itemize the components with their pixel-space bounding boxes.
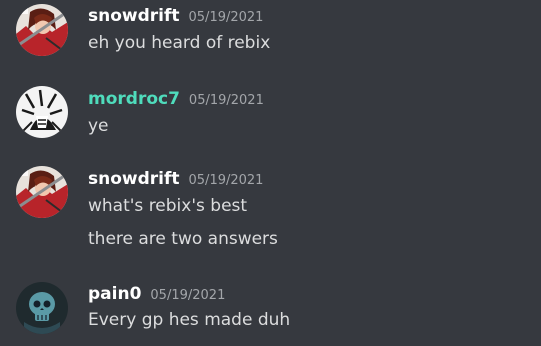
avatar[interactable]: [16, 166, 68, 218]
message-header: snowdrift 05/19/2021: [88, 6, 263, 30]
blue-skull-avatar-icon: [16, 282, 68, 334]
timestamp: 05/19/2021: [188, 173, 264, 188]
message-text: eh you heard of rebix: [88, 33, 271, 53]
chat-message-list: snowdrift 05/19/2021 eh you heard of rebi…: [0, 0, 541, 346]
anime-character-avatar-icon: [16, 166, 68, 218]
username[interactable]: mordroc7: [88, 89, 180, 109]
timestamp: 05/19/2021: [188, 10, 264, 25]
avatar[interactable]: [16, 86, 68, 138]
anime-character-avatar-icon: [16, 4, 68, 56]
timestamp: 05/19/2021: [188, 93, 264, 108]
manga-sketch-avatar-icon: [16, 86, 68, 138]
message-header: pain0 05/19/2021: [88, 284, 225, 308]
username[interactable]: snowdrift: [88, 169, 180, 189]
message-text: there are two answers: [88, 229, 278, 249]
message-header: snowdrift 05/19/2021: [88, 169, 263, 193]
timestamp: 05/19/2021: [150, 288, 226, 303]
avatar[interactable]: [16, 4, 68, 56]
username[interactable]: snowdrift: [88, 6, 180, 26]
avatar[interactable]: [16, 282, 68, 334]
message-header: mordroc7 05/19/2021: [88, 89, 264, 113]
message-text: ye: [88, 116, 109, 136]
username[interactable]: pain0: [88, 284, 141, 304]
message-text: what's rebix's best: [88, 196, 248, 216]
message-text: Every gp hes made duh: [88, 310, 291, 330]
